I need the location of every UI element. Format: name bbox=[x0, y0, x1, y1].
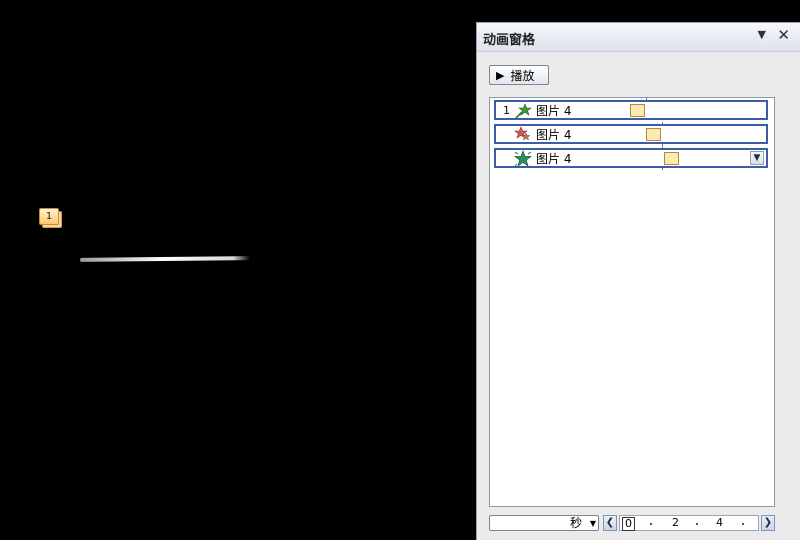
timing-bar[interactable] bbox=[630, 104, 645, 117]
animation-order: 1 bbox=[503, 103, 510, 117]
motion-path-icon bbox=[514, 102, 532, 120]
picture-streak-shape[interactable] bbox=[79, 256, 251, 262]
pane-title: 动画窗格 bbox=[483, 33, 536, 48]
pane-header: 动画窗格 ▼ ✕ bbox=[477, 23, 800, 52]
timing-bar[interactable] bbox=[646, 128, 661, 141]
chevron-left-icon: ❮ bbox=[605, 517, 615, 528]
star-entrance-icon bbox=[514, 126, 532, 144]
animation-item[interactable]: 图片 4 ▼ bbox=[494, 148, 768, 168]
scroll-right-button[interactable]: ❯ bbox=[761, 515, 775, 531]
scroll-left-button[interactable]: ❮ bbox=[603, 515, 617, 531]
animation-list[interactable]: 1 图片 4 图片 4 图片 4 ▼ bbox=[489, 97, 775, 507]
animation-item[interactable]: 图片 4 bbox=[494, 124, 768, 144]
animation-item[interactable]: 1 图片 4 bbox=[494, 100, 768, 120]
animation-item-label: 图片 4 bbox=[536, 151, 572, 166]
time-tick-dot bbox=[696, 523, 698, 525]
time-unit-value: 秒 bbox=[569, 516, 582, 530]
chevron-down-icon: ▼ bbox=[589, 519, 596, 528]
chevron-right-icon: ❯ bbox=[763, 517, 773, 528]
animation-order-tag[interactable]: 1 bbox=[39, 208, 62, 228]
slide-canvas[interactable]: 1 bbox=[0, 0, 476, 540]
play-button-label: 播放 bbox=[510, 68, 535, 83]
chevron-down-icon[interactable]: ▼ bbox=[758, 28, 766, 41]
time-tick-dot bbox=[650, 523, 652, 525]
animation-tag-number: 1 bbox=[39, 208, 59, 225]
time-scale: 0 2 4 bbox=[619, 515, 759, 531]
time-tick-dot bbox=[742, 523, 744, 525]
animation-item-label: 图片 4 bbox=[536, 103, 572, 118]
time-unit-select[interactable]: 秒 ▼ bbox=[489, 515, 599, 531]
play-button[interactable]: ▶ 播放 bbox=[489, 65, 549, 85]
timeline-controls: 秒 ▼ ❮ 0 2 4 ❯ bbox=[489, 513, 775, 533]
animation-pane: 动画窗格 ▼ ✕ ▶ 播放 1 图片 4 图片 4 图片 4 ▼ 秒 ▼ ❮ 0… bbox=[476, 22, 800, 540]
play-icon: ▶ bbox=[496, 68, 505, 82]
timing-bar[interactable] bbox=[664, 152, 679, 165]
close-icon[interactable]: ✕ bbox=[777, 26, 790, 44]
time-tick: 2 bbox=[672, 516, 679, 529]
animation-item-label: 图片 4 bbox=[536, 127, 572, 142]
time-tick: 0 bbox=[622, 517, 635, 531]
star-emphasis-icon bbox=[513, 149, 533, 168]
chevron-down-icon[interactable]: ▼ bbox=[750, 151, 764, 165]
time-tick: 4 bbox=[716, 516, 723, 529]
